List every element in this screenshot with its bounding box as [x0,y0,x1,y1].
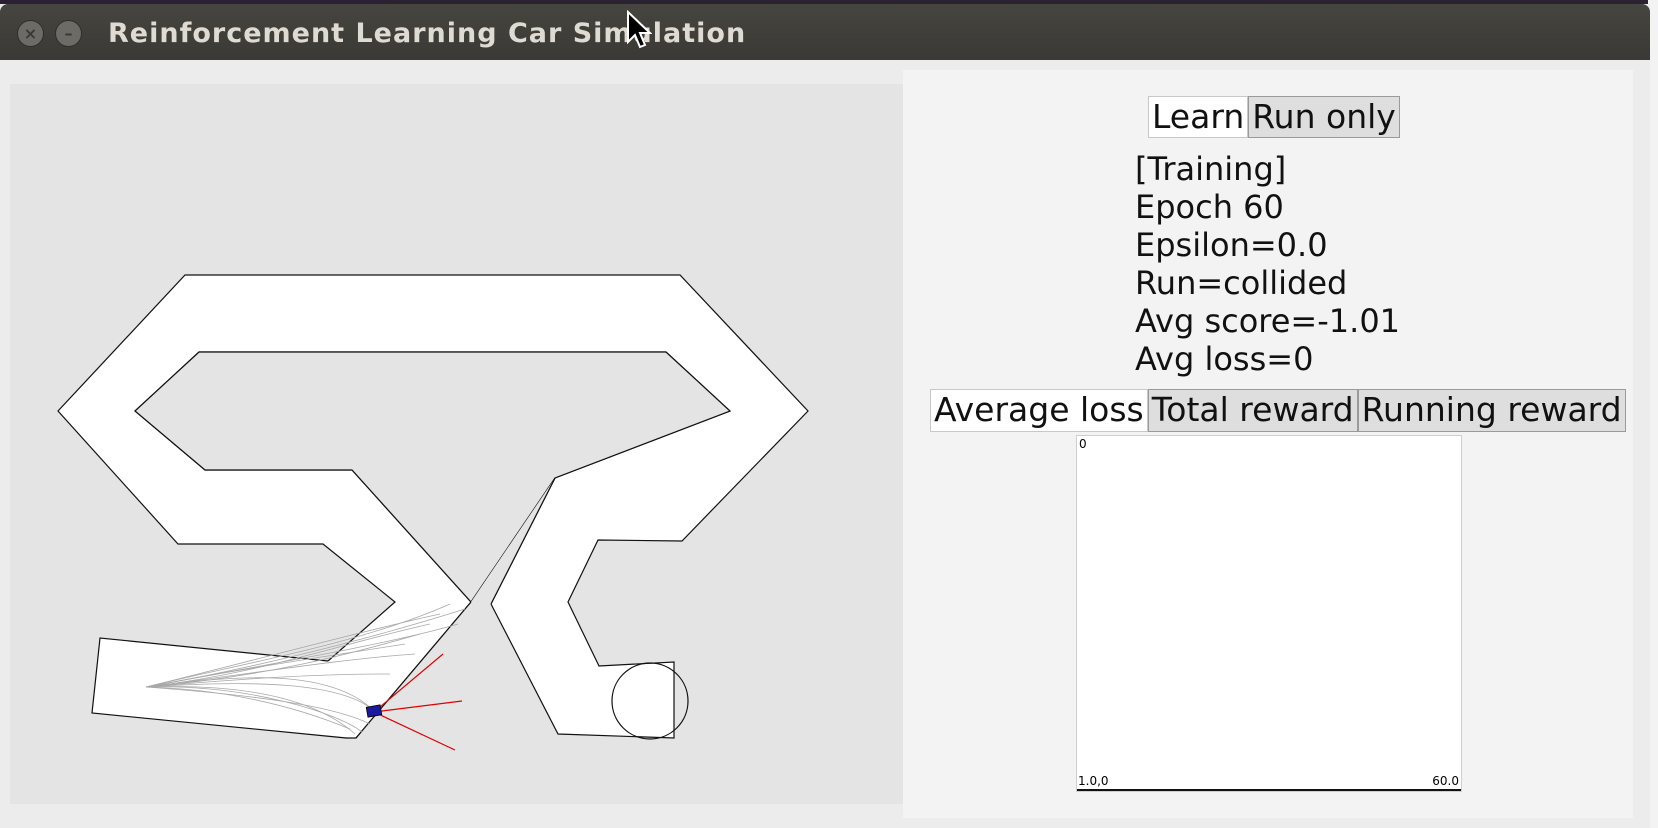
graph-y-top-label: 0 [1079,437,1087,451]
learn-button[interactable]: Learn [1148,96,1249,138]
tab-running-reward[interactable]: Running reward [1357,389,1626,432]
close-window-button[interactable]: × [17,20,44,47]
epoch-status: Epoch 60 [1135,188,1284,226]
epsilon-status: Epsilon=0.0 [1135,226,1328,264]
window-content: Learn Run only [Training] Epoch 60 Epsil… [0,60,1650,828]
mode-status: [Training] [1135,150,1287,188]
minimize-icon: – [64,23,73,43]
graph-x-axis [1077,789,1461,791]
status-text: [Training] Epoch 60 Epsilon=0.0 Run=coll… [1135,150,1400,378]
avg-score-status: Avg score=-1.01 [1135,302,1401,340]
mode-buttons: Learn Run only [1148,96,1400,138]
simulation-canvas [10,84,907,804]
avg-loss-status: Avg loss=0 [1135,340,1314,378]
title-bar[interactable]: × – Reinforcement Learning Car Simulatio… [0,4,1650,60]
graph-x-min-label: 1.0,0 [1078,774,1109,788]
mouse-cursor-icon [627,10,652,49]
loss-graph: 0 1.0,0 60.0 [1076,435,1462,792]
car [365,704,383,718]
graph-x-max-label: 60.0 [1432,774,1459,788]
track-drawing [57,274,809,751]
tab-total-reward[interactable]: Total reward [1147,389,1358,432]
graph-tabs: Average loss Total reward Running reward [930,389,1626,432]
run-only-button[interactable]: Run only [1248,96,1400,138]
control-panel: Learn Run only [Training] Epoch 60 Epsil… [903,70,1633,818]
minimize-window-button[interactable]: – [55,20,82,47]
tab-average-loss[interactable]: Average loss [930,389,1148,432]
close-icon: × [23,23,38,43]
run-status: Run=collided [1135,264,1348,302]
app-window: × – Reinforcement Learning Car Simulatio… [0,4,1650,828]
